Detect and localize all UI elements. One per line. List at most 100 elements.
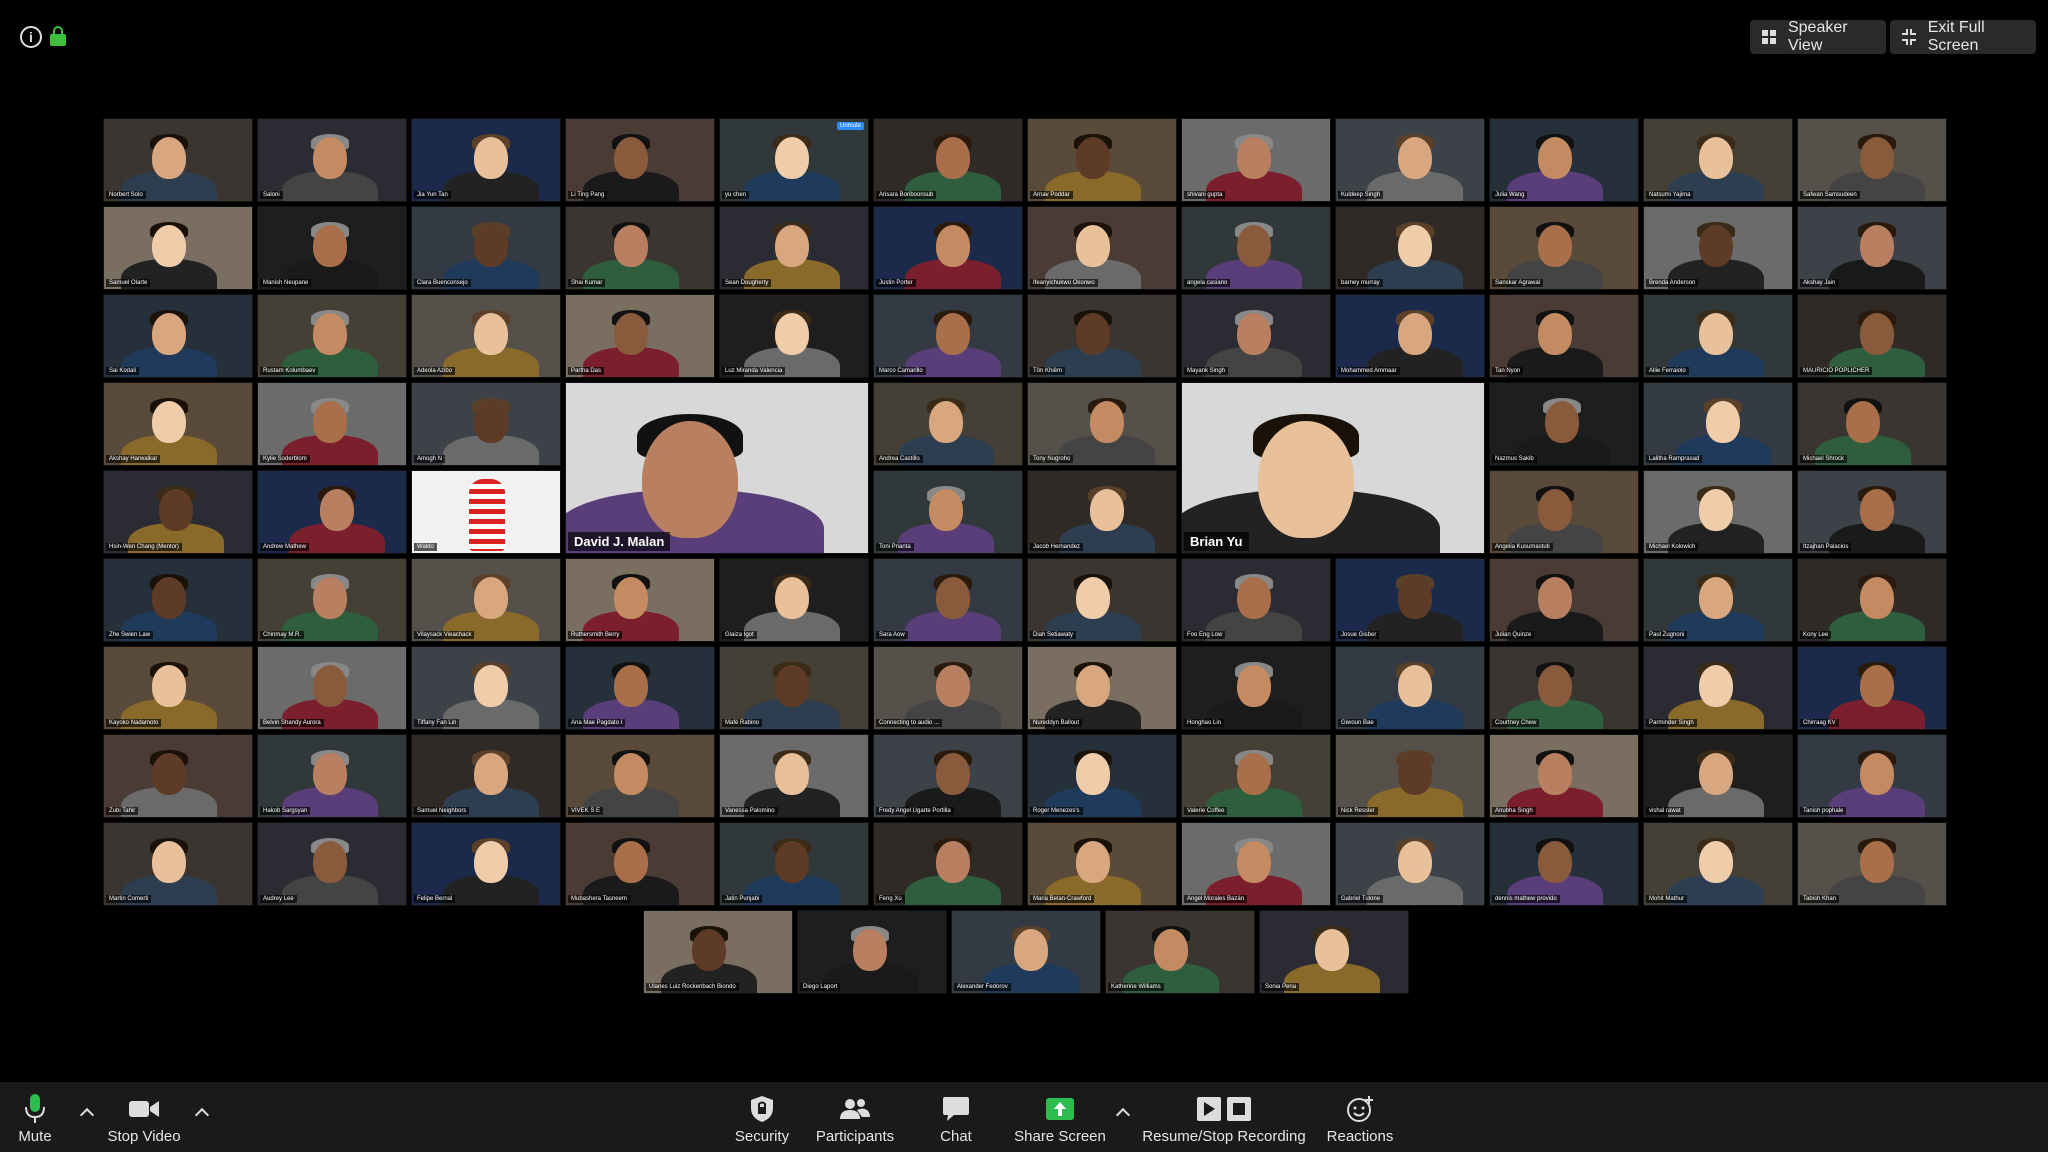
video-tile[interactable]: Foo Eng Low xyxy=(1181,558,1331,642)
video-tile[interactable]: Alexander Fedorov xyxy=(951,910,1101,994)
video-tile[interactable]: Nureddyn Ballout xyxy=(1027,646,1177,730)
video-tile[interactable]: Jatin Punjabi xyxy=(719,822,869,906)
mute-button[interactable]: Mute xyxy=(10,1082,60,1152)
video-tile[interactable]: yu chen Unmute xyxy=(719,118,869,202)
video-tile[interactable]: Itzajhan Palacios xyxy=(1797,470,1947,554)
video-tile[interactable]: Julian Quinze xyxy=(1489,558,1639,642)
reactions-button[interactable]: Reactions xyxy=(1322,1082,1398,1152)
video-tile[interactable]: Brian Yu xyxy=(1181,382,1485,554)
video-tile[interactable]: Valerie Coffee xyxy=(1181,734,1331,818)
video-tile[interactable]: Kayoko Nadamoto xyxy=(103,646,253,730)
video-tile[interactable]: angela casiano xyxy=(1181,206,1331,290)
video-tile[interactable]: Allie Ferraiolo xyxy=(1643,294,1793,378)
video-tile[interactable]: Chinmay M.R. xyxy=(257,558,407,642)
video-tile[interactable]: Josue Gisber xyxy=(1335,558,1485,642)
participants-button[interactable]: Participants xyxy=(806,1082,904,1152)
video-tile[interactable]: Martin Comerti xyxy=(103,822,253,906)
video-tile[interactable]: Sai Kodali xyxy=(103,294,253,378)
video-tile[interactable]: Nazmus Sakib xyxy=(1489,382,1639,466)
video-tile[interactable]: Michael Kolowich xyxy=(1643,470,1793,554)
video-tile[interactable]: Akshay Harwalkar xyxy=(103,382,253,466)
video-tile[interactable]: Katherine Williams xyxy=(1105,910,1255,994)
stop-video-button[interactable]: Stop Video xyxy=(104,1082,184,1152)
video-tile[interactable]: Jia Yun Tan xyxy=(411,118,561,202)
video-tile[interactable]: Glaiza Igot xyxy=(719,558,869,642)
video-options-chevron-up-icon[interactable] xyxy=(194,1107,210,1123)
video-tile[interactable]: Amogh N xyxy=(411,382,561,466)
video-tile[interactable]: Maria Belan-Crawford xyxy=(1027,822,1177,906)
video-tile[interactable]: Sean Dougherty xyxy=(719,206,869,290)
video-tile[interactable]: Fredy Angel Ugarte Portilla xyxy=(873,734,1023,818)
video-tile[interactable]: Diego Laport xyxy=(797,910,947,994)
video-tile[interactable]: Tabish Khan xyxy=(1797,822,1947,906)
video-tile[interactable]: Nick Ressler xyxy=(1335,734,1485,818)
video-tile[interactable]: Zubi Tahir xyxy=(103,734,253,818)
video-tile[interactable]: Diah Setiawaty xyxy=(1027,558,1177,642)
video-tile[interactable]: Hakob Sargsyan xyxy=(257,734,407,818)
video-tile[interactable]: Norbert Solo xyxy=(103,118,253,202)
audio-options-chevron-up-icon[interactable] xyxy=(79,1107,95,1123)
video-tile[interactable]: Mafé Rabino xyxy=(719,646,869,730)
video-tile[interactable]: Manish Neupane xyxy=(257,206,407,290)
video-tile[interactable]: dennis mathew provido xyxy=(1489,822,1639,906)
video-tile[interactable]: VIVEK S E xyxy=(565,734,715,818)
share-options-chevron-up-icon[interactable] xyxy=(1115,1107,1131,1123)
video-tile[interactable]: Kony Lee xyxy=(1797,558,1947,642)
unmute-badge[interactable]: Unmute xyxy=(836,122,864,130)
security-button[interactable]: Security xyxy=(722,1082,802,1152)
video-tile[interactable]: Angel Morales Bazán xyxy=(1181,822,1331,906)
video-tile[interactable]: Ulanes Luiz Rockenbach Biondo xyxy=(643,910,793,994)
video-tile[interactable]: Anubha Singh xyxy=(1489,734,1639,818)
video-tile[interactable]: Marco Camarillo xyxy=(873,294,1023,378)
video-tile[interactable]: Luz Miranda Valencia xyxy=(719,294,869,378)
video-tile[interactable]: Vilaysack Vieachack xyxy=(411,558,561,642)
video-tile[interactable]: Julia Wang xyxy=(1489,118,1639,202)
video-tile[interactable]: Paul Zugnoni xyxy=(1643,558,1793,642)
video-tile[interactable]: Lalitha Ramprasad xyxy=(1643,382,1793,466)
video-tile[interactable]: Shai Kumar xyxy=(565,206,715,290)
video-tile[interactable]: Mohit Mathur xyxy=(1643,822,1793,906)
share-screen-button[interactable]: Share Screen xyxy=(1010,1082,1110,1152)
chat-button[interactable]: Chat xyxy=(930,1082,982,1152)
video-tile[interactable]: Courtney Chew xyxy=(1489,646,1639,730)
video-tile[interactable]: Zhe Swien Law xyxy=(103,558,253,642)
video-tile[interactable]: Sonia Pena xyxy=(1259,910,1409,994)
video-tile[interactable]: Felipe Bernal xyxy=(411,822,561,906)
video-tile[interactable]: Li Ting Pang xyxy=(565,118,715,202)
video-tile[interactable]: Parminder Singh xyxy=(1643,646,1793,730)
video-tile[interactable]: Tanish pophale xyxy=(1797,734,1947,818)
video-tile[interactable]: Michael Shrock xyxy=(1797,382,1947,466)
video-tile[interactable]: Vanessa Palomino xyxy=(719,734,869,818)
video-tile[interactable]: Roger Menezes's xyxy=(1027,734,1177,818)
video-tile[interactable]: Rustam Kolumbaev xyxy=(257,294,407,378)
video-tile[interactable]: Partha Das xyxy=(565,294,715,378)
video-tile[interactable]: Ruthersmith Berry xyxy=(565,558,715,642)
video-tile[interactable]: Samuel Neighbors xyxy=(411,734,561,818)
video-tile[interactable]: Clara Buenconsejo xyxy=(411,206,561,290)
video-tile[interactable]: Belvin Shandy Aurora xyxy=(257,646,407,730)
video-tile[interactable]: Andrew Mathew xyxy=(257,470,407,554)
video-tile[interactable]: Sara Aow xyxy=(873,558,1023,642)
video-tile[interactable]: Mohammed Ammaar xyxy=(1335,294,1485,378)
video-tile[interactable]: MAURICIO POPLICHER xyxy=(1797,294,1947,378)
video-tile[interactable]: Kuldeep Singh xyxy=(1335,118,1485,202)
video-tile[interactable]: vishal rawat xyxy=(1643,734,1793,818)
video-tile[interactable]: Arisara Boriboonsub xyxy=(873,118,1023,202)
video-tile[interactable]: Waldo xyxy=(411,470,561,554)
video-tile[interactable]: Mubashera Tasneem xyxy=(565,822,715,906)
video-tile[interactable]: Tan Nyon xyxy=(1489,294,1639,378)
video-tile[interactable]: Honghao Lin xyxy=(1181,646,1331,730)
video-tile[interactable]: Justin Porter xyxy=(873,206,1023,290)
video-tile[interactable]: Ana Mae Pagdato I xyxy=(565,646,715,730)
video-tile[interactable]: Connecting to audio ... xyxy=(873,646,1023,730)
video-tile[interactable]: Sanskar Agrawal xyxy=(1489,206,1639,290)
video-tile[interactable]: Tiffany Fan Lin xyxy=(411,646,561,730)
video-tile[interactable]: Adeola Azibo xyxy=(411,294,561,378)
video-tile[interactable]: Saloni xyxy=(257,118,407,202)
video-tile[interactable]: Andrea Castillo xyxy=(873,382,1023,466)
video-tile[interactable]: Tony Nugroho xyxy=(1027,382,1177,466)
video-tile[interactable]: Audrey Lee xyxy=(257,822,407,906)
video-tile[interactable]: Kylie Soderblom xyxy=(257,382,407,466)
video-tile[interactable]: Hsin-Wen Chang (Mentor) xyxy=(103,470,253,554)
video-tile[interactable]: Safwan Samsudeen xyxy=(1797,118,1947,202)
